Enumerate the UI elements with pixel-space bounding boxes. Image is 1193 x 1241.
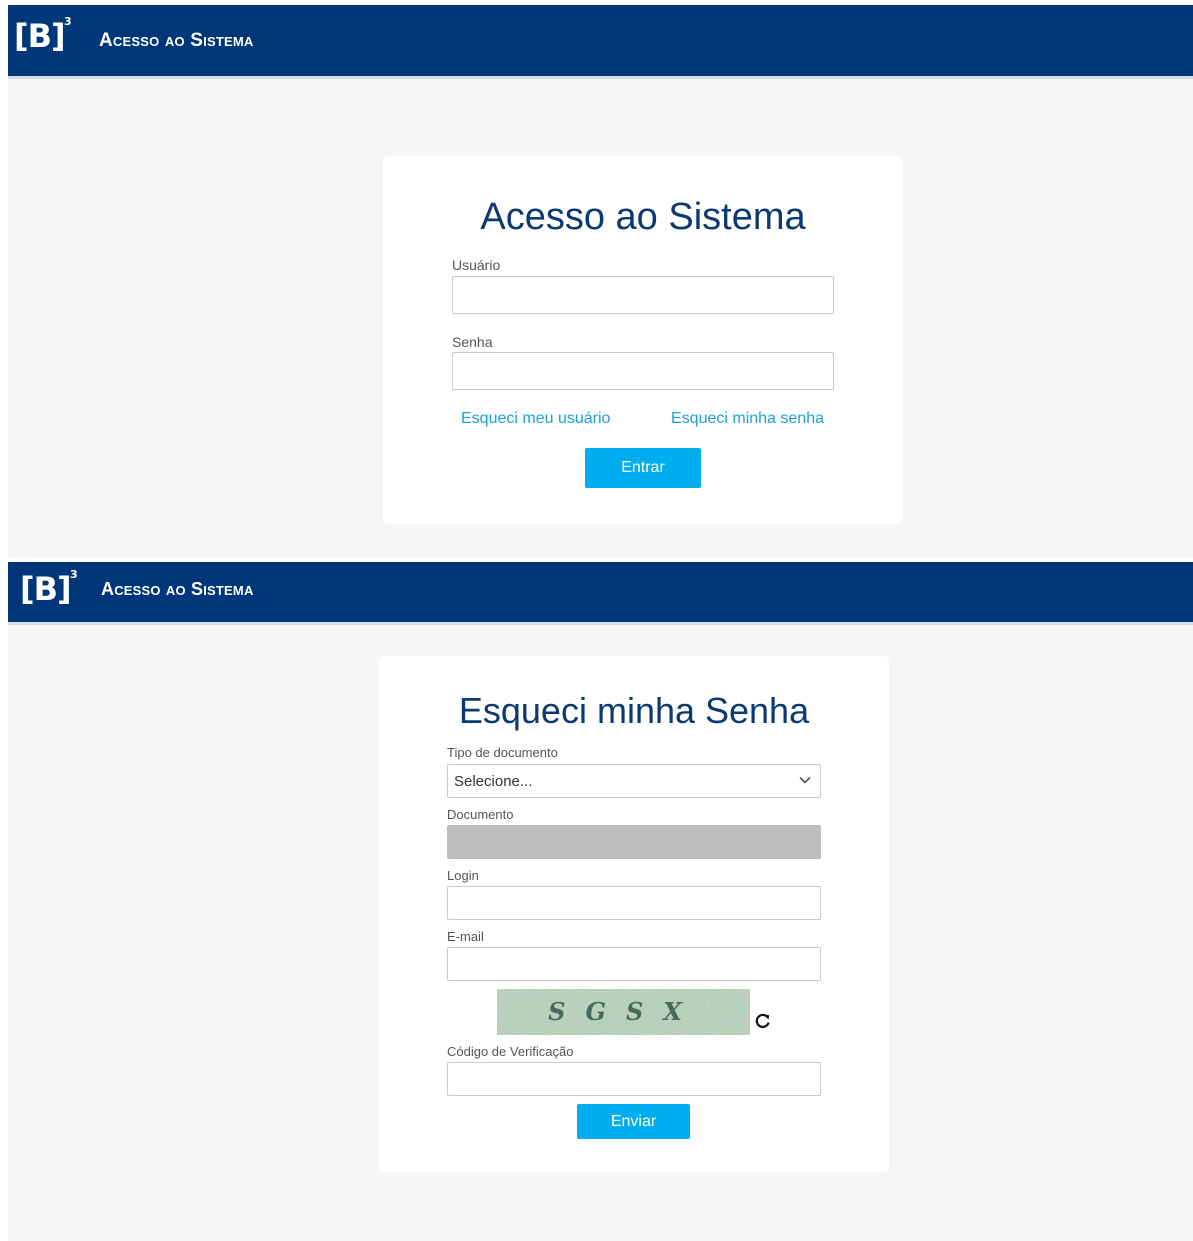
captcha-text: SGSX [548,997,702,1026]
top-header: [B] 3 Acesso ao Sistema [8,562,1193,625]
user-label: Usuário [452,257,501,273]
document-label: Documento [447,807,514,822]
captcha-image: SGSX [497,989,750,1035]
page-title: Esqueci minha Senha [458,690,810,731]
code-label: Código de Verificação [447,1044,574,1059]
b3-logo: [B] 3 [14,15,72,55]
send-button[interactable]: Enviar [577,1104,690,1139]
forgot-user-link[interactable]: Esqueci meu usuário [461,410,610,428]
forgot-password-screen: [B] 3 Acesso ao Sistema Esqueci minha Se… [8,562,1193,1241]
email-input[interactable] [447,947,821,981]
top-header: [B] 3 Acesso ao Sistema [8,5,1193,79]
login-input[interactable] [447,886,821,920]
document-input [447,825,821,859]
email-label: E-mail [447,929,484,944]
chevron-down-icon [798,773,812,791]
login-label: Login [447,868,479,883]
doc-type-label: Tipo de documento [447,745,558,760]
verification-code-input[interactable] [447,1062,821,1096]
refresh-icon[interactable] [754,1012,772,1035]
page-title: Acesso ao Sistema [480,196,806,238]
doc-type-selected: Selecione... [454,772,533,790]
user-input[interactable] [452,276,834,314]
forgot-password-link[interactable]: Esqueci minha senha [671,410,824,428]
login-button[interactable]: Entrar [585,448,701,488]
password-label: Senha [452,334,493,350]
forgot-password-card: Esqueci minha Senha Tipo de documento Se… [379,656,889,1172]
b3-logo: [B] 3 [20,568,78,608]
login-card: Acesso ao Sistema Usuário Senha Esqueci … [383,156,903,524]
header-title: Acesso ao Sistema [101,579,254,599]
password-input[interactable] [452,352,834,390]
doc-type-select[interactable]: Selecione... [447,764,821,798]
login-screen: [B] 3 Acesso ao Sistema Acesso ao Sistem… [8,5,1193,557]
header-title: Acesso ao Sistema [99,30,254,51]
